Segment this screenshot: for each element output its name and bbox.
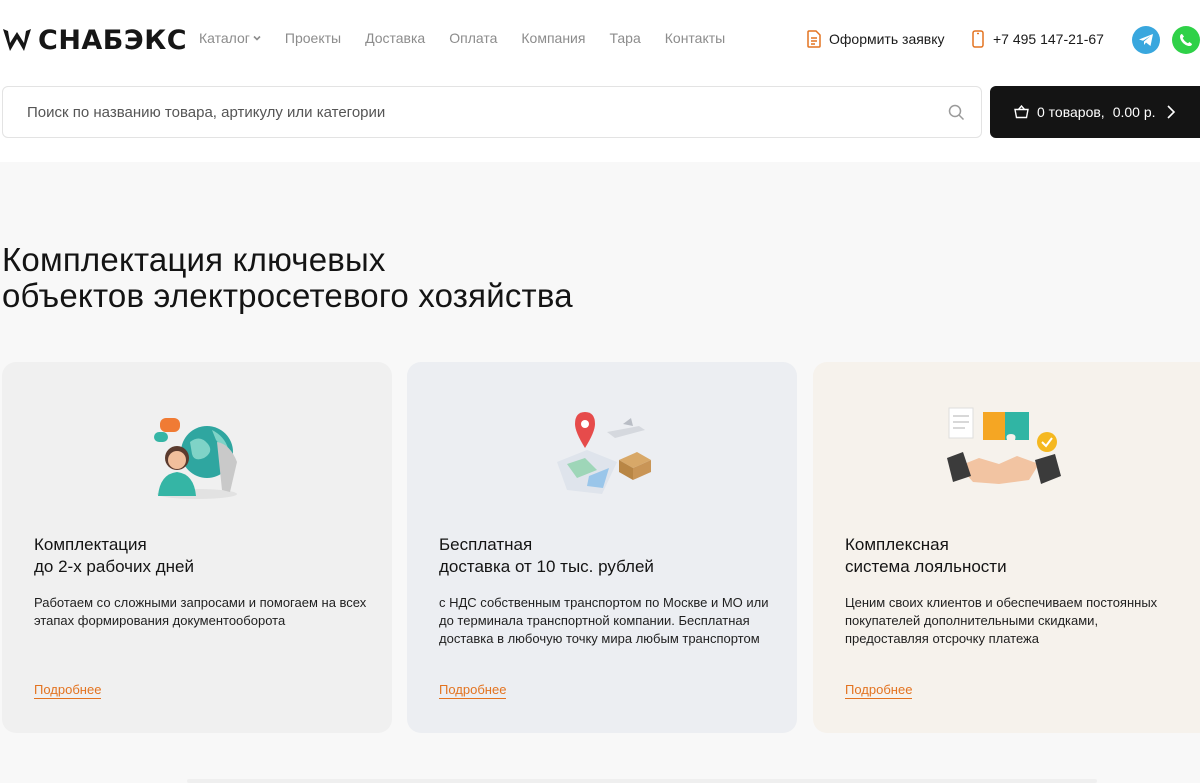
card-text: с НДС собственным транспортом по Москве … xyxy=(439,595,769,646)
card-title-line1: Комплексная xyxy=(845,535,949,554)
nav-item-contacts[interactable]: Контакты xyxy=(665,30,725,46)
cart-total: 0.00 р. xyxy=(1112,104,1156,120)
card-title: Комплексная система лояльности xyxy=(845,534,1007,578)
document-icon xyxy=(807,30,821,48)
nav-item-company[interactable]: Компания xyxy=(521,30,585,46)
nav-item-label: Контакты xyxy=(664,30,726,46)
next-section-edge xyxy=(187,779,1097,783)
cart-button[interactable]: 0 товаров, 0.00 р. xyxy=(990,86,1200,138)
site-header: СНАБЭКС Каталог Проекты Доставка Оплата … xyxy=(0,0,1200,80)
nav-item-catalog[interactable]: Каталог xyxy=(199,30,261,46)
nav-item-label: Компания xyxy=(521,30,586,46)
main-nav: Каталог Проекты Доставка Оплата Компания… xyxy=(199,30,725,46)
card-title: Комплектация до 2-х рабочих дней xyxy=(34,534,194,578)
phone-number: +7 495 147-21-67 xyxy=(993,31,1104,47)
chevron-right-icon xyxy=(1167,105,1176,119)
card-title-line1: Бесплатная xyxy=(439,535,533,554)
card-text: Работаем со сложными запросами и помогае… xyxy=(34,595,367,628)
telegram-button[interactable] xyxy=(1132,26,1160,54)
advantage-card: Комплектация до 2-х рабочих дней Работае… xyxy=(2,362,392,733)
more-link[interactable]: Подробнее xyxy=(439,682,507,699)
handshake-puzzle-illustration xyxy=(947,407,1061,484)
chevron-down-icon xyxy=(253,35,261,41)
logo-mark-icon xyxy=(3,29,31,51)
advantage-card: Бесплатная доставка от 10 тыс. рублей с … xyxy=(407,362,797,733)
request-button[interactable]: Оформить заявку xyxy=(806,30,945,48)
advantages-section: Комплектация ключевых объектов электросе… xyxy=(0,162,1200,783)
phone-icon xyxy=(972,30,984,48)
more-link[interactable]: Подробнее xyxy=(34,682,102,699)
telegram-icon xyxy=(1139,34,1153,46)
card-title: Бесплатная доставка от 10 тыс. рублей xyxy=(439,534,654,578)
nav-item-projects[interactable]: Проекты xyxy=(285,30,341,46)
advantage-card: Комплексная система лояльности Ценим сво… xyxy=(813,362,1200,733)
card-title-line2: система лояльности xyxy=(845,557,1007,576)
cart-items: 0 товаров, xyxy=(1037,104,1105,120)
phone-link[interactable]: +7 495 147-21-67 xyxy=(970,30,1104,48)
map-delivery-illustration xyxy=(557,412,651,494)
nav-item-label: Проекты xyxy=(284,30,342,46)
nav-item-label: Оплата xyxy=(449,30,498,46)
nav-item-delivery[interactable]: Доставка xyxy=(365,30,425,46)
logo[interactable]: СНАБЭКС xyxy=(2,24,187,56)
search-input[interactable] xyxy=(27,87,927,137)
section-title-line1: Комплектация ключевых xyxy=(2,241,386,278)
whatsapp-button[interactable] xyxy=(1172,26,1200,54)
nav-item-label: Каталог xyxy=(199,30,250,46)
card-title-line1: Комплектация xyxy=(34,535,147,554)
whatsapp-icon xyxy=(1180,34,1192,46)
logo-text: СНАБЭКС xyxy=(38,24,188,56)
nav-item-label: Тара xyxy=(609,30,641,46)
card-title-line2: до 2-х рабочих дней xyxy=(34,557,194,576)
nav-item-payment[interactable]: Оплата xyxy=(449,30,497,46)
nav-item-packaging[interactable]: Тара xyxy=(609,30,640,46)
request-label: Оформить заявку xyxy=(829,31,945,47)
section-title-line2: объектов электросетевого хозяйства xyxy=(2,277,573,314)
nav-item-label: Доставка xyxy=(365,30,426,46)
card-title-line2: доставка от 10 тыс. рублей xyxy=(439,557,654,576)
search-icon[interactable] xyxy=(948,104,965,121)
section-title: Комплектация ключевых объектов электросе… xyxy=(2,242,573,314)
operator-globe-illustration xyxy=(154,418,237,499)
cart-icon xyxy=(1014,105,1029,119)
more-link[interactable]: Подробнее xyxy=(845,682,913,699)
search-box xyxy=(2,86,982,138)
card-text: Ценим своих клиентов и обеспечиваем пост… xyxy=(845,595,1158,646)
